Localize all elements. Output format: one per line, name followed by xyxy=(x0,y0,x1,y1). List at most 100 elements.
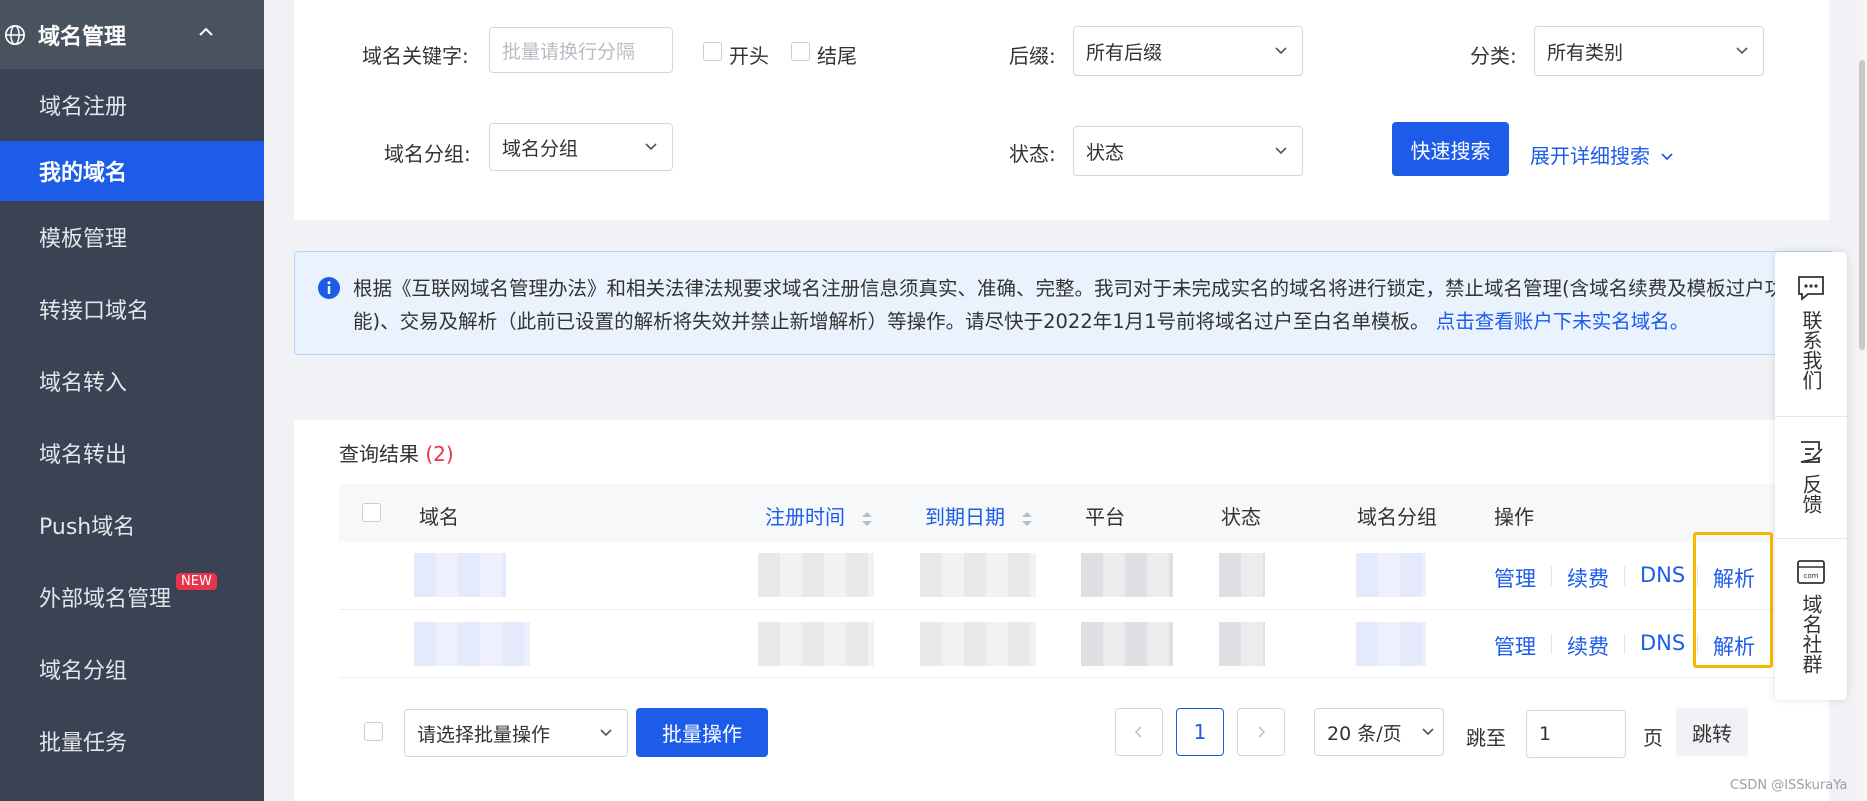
page-size-select[interactable]: 20 条/页 xyxy=(1314,708,1444,756)
column-header-status: 状态 xyxy=(1221,505,1261,529)
starts-with-checkbox[interactable] xyxy=(703,42,722,61)
keyword-input[interactable]: 批量请换行分隔 xyxy=(489,27,673,73)
reg-time-cell-redacted xyxy=(758,622,874,666)
real-name-notice: 根据《互联网域名管理办法》和相关法律法规要求域名注册信息须真实、准确、完整。我司… xyxy=(294,251,1834,355)
divider xyxy=(1624,566,1625,586)
column-header-platform: 平台 xyxy=(1085,505,1125,529)
feedback-button[interactable]: 反馈 xyxy=(1775,438,1847,514)
floating-toolbar: 联系我们 反馈 com 域名社群 xyxy=(1775,252,1847,700)
ends-with-checkbox[interactable] xyxy=(791,42,810,61)
sidebar-item-external-domains[interactable]: 外部域名管理 NEW xyxy=(0,561,264,633)
sidebar-item-label: 批量任务 xyxy=(39,731,128,756)
sidebar-item-batch-tasks[interactable]: 批量任务 xyxy=(0,705,264,777)
sidebar-item-label: 我的域名 xyxy=(39,161,128,186)
group-value: 域名分组 xyxy=(502,137,579,160)
divider xyxy=(1624,634,1625,654)
jump-button[interactable]: 跳转 xyxy=(1676,708,1748,756)
sort-icon xyxy=(1022,511,1033,526)
sidebar-item-label: Push域名 xyxy=(39,515,136,540)
column-header-group: 域名分组 xyxy=(1357,505,1437,529)
com-icon: com xyxy=(1797,560,1825,584)
sidebar-item-domain-groups[interactable]: 域名分组 xyxy=(0,633,264,705)
status-cell-redacted xyxy=(1219,553,1265,597)
sidebar-item-label: 外部域名管理 xyxy=(39,587,172,612)
renew-link[interactable]: 续费 xyxy=(1567,631,1609,661)
manage-link[interactable]: 管理 xyxy=(1494,563,1536,593)
domain-community-button[interactable]: com 域名社群 xyxy=(1775,558,1847,674)
sidebar-item-label: 域名分组 xyxy=(39,659,128,684)
results-title: 查询结果 (2) xyxy=(339,438,454,467)
group-select[interactable]: 域名分组 xyxy=(489,123,673,171)
footer-select-all-checkbox[interactable] xyxy=(364,722,383,741)
chevron-down-icon xyxy=(1275,147,1287,155)
chevron-up-icon[interactable] xyxy=(196,22,216,42)
page-size-value: 20 条/页 xyxy=(1327,722,1402,745)
sidebar-item-push-domain[interactable]: Push域名 xyxy=(0,489,264,561)
status-cell-redacted xyxy=(1219,622,1265,666)
sidebar-item-label: 域名转出 xyxy=(39,443,128,468)
expand-search-label: 展开详细搜索 xyxy=(1530,144,1650,168)
ends-with-label: 结尾 xyxy=(817,44,857,68)
next-page-button[interactable] xyxy=(1237,708,1285,756)
sidebar-item-api-domains[interactable]: 转接口域名 xyxy=(0,273,264,345)
sidebar-item-transfer-in[interactable]: 域名转入 xyxy=(0,345,264,417)
domain-cell-redacted xyxy=(414,553,506,597)
expire-cell-redacted xyxy=(920,622,1036,666)
reg-time-cell-redacted xyxy=(758,553,874,597)
chevron-down-icon xyxy=(1661,153,1673,161)
sidebar-item-transfer-out[interactable]: 域名转出 xyxy=(0,417,264,489)
unverified-domains-link[interactable]: 点击查看账户下未实名域名。 xyxy=(1436,310,1690,333)
results-title-text: 查询结果 xyxy=(339,442,419,466)
jump-page-input[interactable]: 1 xyxy=(1526,710,1626,758)
category-value: 所有类别 xyxy=(1547,41,1624,64)
info-icon xyxy=(318,277,340,299)
suffix-label: 后缀: xyxy=(1009,44,1056,68)
keyword-label: 域名关键字: xyxy=(362,44,469,68)
sidebar-header-domain-management[interactable]: 域名管理 xyxy=(0,0,264,69)
select-all-checkbox[interactable] xyxy=(362,503,381,522)
resolve-highlight-box xyxy=(1693,532,1773,668)
suffix-value: 所有后缀 xyxy=(1086,41,1163,64)
dns-link[interactable]: DNS xyxy=(1640,563,1685,587)
sidebar-item-domain-register[interactable]: 域名注册 xyxy=(0,69,264,141)
column-header-reg-time[interactable]: 注册时间 xyxy=(765,501,873,530)
prev-page-button[interactable] xyxy=(1115,708,1163,756)
chevron-down-icon xyxy=(1736,47,1748,55)
sort-icon xyxy=(862,511,873,526)
divider xyxy=(1551,634,1552,654)
column-header-expire[interactable]: 到期日期 xyxy=(925,501,1033,530)
column-header-domain: 域名 xyxy=(419,505,459,529)
status-select[interactable]: 状态 xyxy=(1073,126,1303,176)
chevron-right-icon xyxy=(1258,726,1266,738)
sidebar-item-template-management[interactable]: 模板管理 xyxy=(0,201,264,273)
group-label: 域名分组: xyxy=(384,142,471,166)
scrollbar-thumb[interactable] xyxy=(1859,60,1865,350)
divider xyxy=(1775,538,1847,539)
edit-icon xyxy=(1800,441,1823,463)
suffix-select[interactable]: 所有后缀 xyxy=(1073,26,1303,76)
category-select[interactable]: 所有类别 xyxy=(1534,26,1764,76)
sidebar-item-label: 域名注册 xyxy=(39,95,128,120)
svg-text:com: com xyxy=(1804,572,1819,580)
status-label: 状态: xyxy=(1009,142,1056,166)
expand-search-link[interactable]: 展开详细搜索 xyxy=(1530,140,1674,169)
column-header-ops: 操作 xyxy=(1494,505,1534,529)
page-1-button[interactable]: 1 xyxy=(1176,708,1224,756)
renew-link[interactable]: 续费 xyxy=(1567,563,1609,593)
chevron-left-icon xyxy=(1134,726,1142,738)
platform-cell-redacted xyxy=(1081,553,1173,597)
domain-community-label: 域名社群 xyxy=(1799,594,1823,674)
sidebar-header-label: 域名管理 xyxy=(38,24,127,50)
batch-operation-button[interactable]: 批量操作 xyxy=(636,708,768,757)
domain-cell-redacted xyxy=(414,622,530,666)
sidebar-item-my-domains[interactable]: 我的域名 xyxy=(0,141,264,201)
quick-search-button[interactable]: 快速搜索 xyxy=(1392,122,1509,176)
contact-us-button[interactable]: 联系我们 xyxy=(1775,274,1847,390)
globe-icon xyxy=(5,24,25,45)
notice-text: 根据《互联网域名管理办法》和相关法律法规要求域名注册信息须真实、准确、完整。我司… xyxy=(353,272,1813,338)
platform-cell-redacted xyxy=(1081,622,1173,666)
batch-operation-select[interactable]: 请选择批量操作 xyxy=(404,709,628,757)
dns-link[interactable]: DNS xyxy=(1640,631,1685,655)
jump-to-label: 跳至 xyxy=(1466,726,1506,750)
manage-link[interactable]: 管理 xyxy=(1494,631,1536,661)
